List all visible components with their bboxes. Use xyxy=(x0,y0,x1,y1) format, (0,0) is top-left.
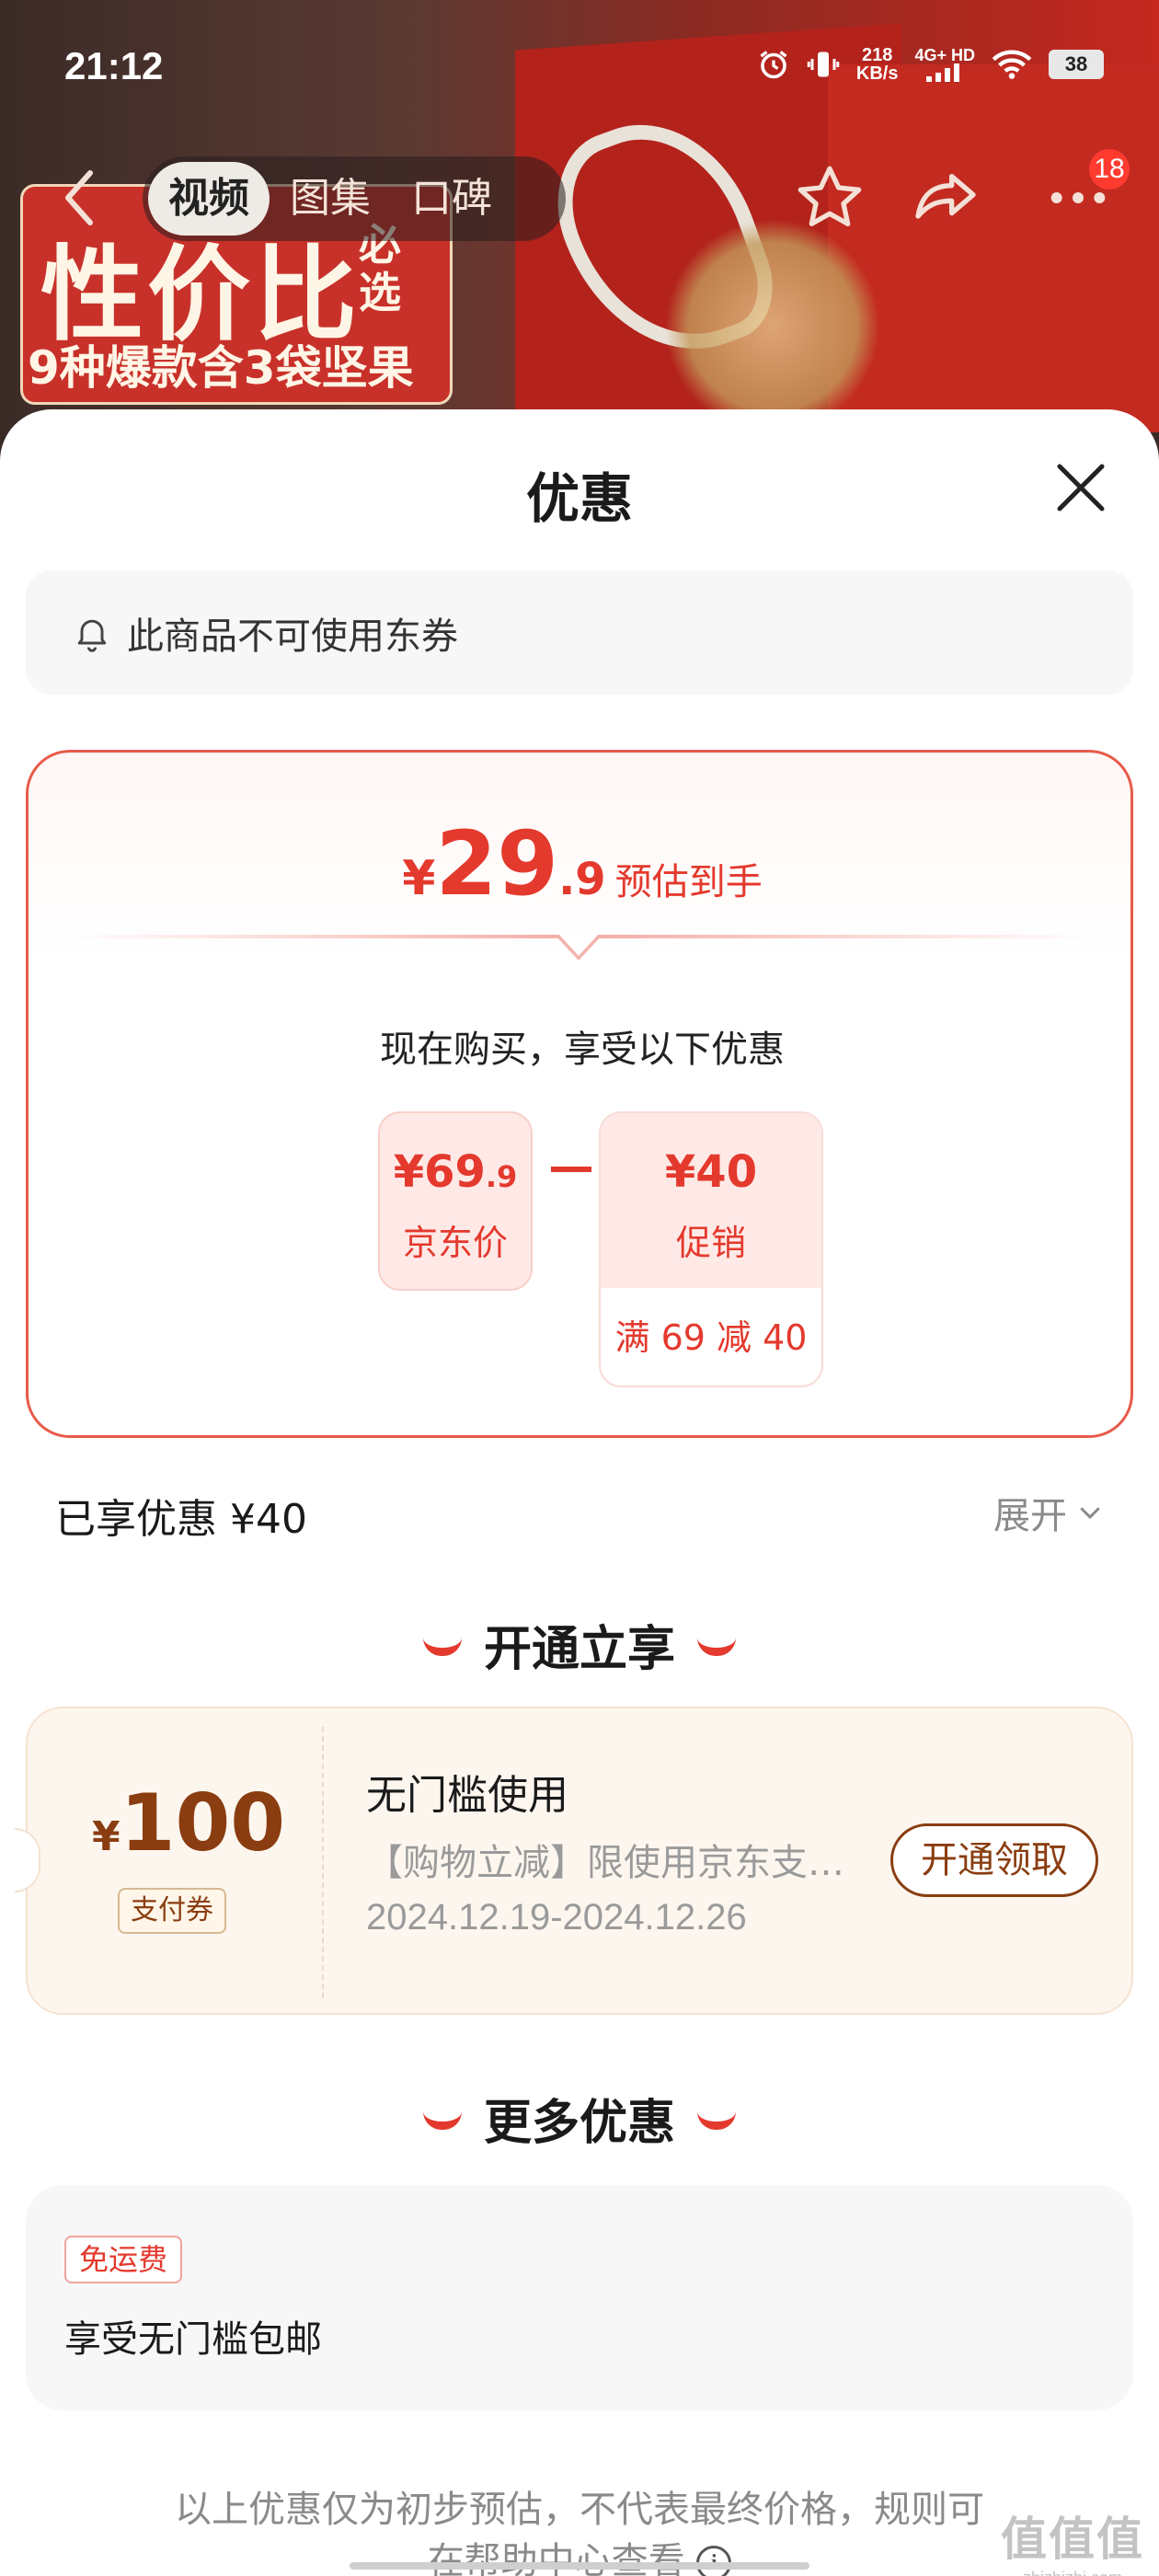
vibrate-icon xyxy=(807,52,840,77)
currency-symbol: ¥ xyxy=(664,1146,696,1198)
promotion-amount: 40 xyxy=(695,1146,758,1198)
home-indicator[interactable] xyxy=(350,2562,809,2570)
alarm-icon xyxy=(760,51,787,79)
payment-coupon-card: ¥100 支付券 无门槛使用 【购物立减】限使用京东支付… 2024.12.19… xyxy=(15,1707,1133,2015)
estimate-label: 预估到手 xyxy=(614,861,763,903)
wifi-icon xyxy=(992,50,1032,79)
coupon-title: 无门槛使用 xyxy=(366,1772,568,1819)
price-decimal: .9 xyxy=(558,854,606,905)
watermark-url: zhizhizhi.com xyxy=(1001,2569,1144,2576)
section-more-title: 更多优惠 xyxy=(483,2096,675,2151)
currency-symbol: ¥ xyxy=(92,1813,120,1860)
coupon-type-tag: 支付券 xyxy=(118,1888,226,1934)
promotion-top: ¥40 促销 xyxy=(601,1113,821,1288)
media-tabs: 视频 图集 口碑 xyxy=(143,156,566,241)
smile-decoration xyxy=(697,2111,736,2130)
signal-label: 4G+ HD xyxy=(914,46,975,64)
watermark: 值值值 zhizhizhi.com xyxy=(1001,2502,1144,2576)
estimated-price: ¥29.9 预估到手 xyxy=(29,812,1136,915)
promotion-chip: ¥40 促销 满 69 减 40 xyxy=(599,1111,823,1387)
divider-notch-inner xyxy=(558,934,599,956)
tab-gallery[interactable]: 图集 xyxy=(270,162,391,236)
jd-price-integer: 69 xyxy=(424,1146,486,1198)
coupon-amount: 100 xyxy=(120,1777,286,1869)
price-integer: 29 xyxy=(435,812,559,915)
jd-price-label: 京东价 xyxy=(402,1223,508,1263)
status-icons: 218 KB/s 4G+ HD 38 xyxy=(757,46,1104,83)
free-shipping-card: 免运费 享受无门槛包邮 xyxy=(26,2185,1133,2410)
watermark-logo: 值值值 xyxy=(1001,2513,1144,2565)
free-shipping-tag: 免运费 xyxy=(64,2236,183,2283)
coupon-description: 【购物立减】限使用京东支付… xyxy=(366,1842,854,1884)
battery-indicator: 38 xyxy=(1049,50,1104,79)
chevron-down-icon xyxy=(1080,1507,1100,1520)
coupon-notice: 此商品不可使用东券 xyxy=(26,570,1133,695)
section-more-header: 更多优惠 xyxy=(0,2084,1159,2153)
currency-symbol: ¥ xyxy=(402,851,436,906)
tab-reviews[interactable]: 口碑 xyxy=(391,162,512,236)
promotion-label: 促销 xyxy=(675,1223,746,1263)
info-icon[interactable]: i xyxy=(696,2546,732,2576)
free-shipping-desc: 享受无门槛包邮 xyxy=(64,2318,322,2361)
section-open-title: 开通立享 xyxy=(483,1622,675,1677)
expand-button[interactable]: 展开 xyxy=(993,1486,1104,1539)
jd-price-chip: ¥69.9 京东价 xyxy=(378,1111,533,1291)
cell-signal: 4G+ HD xyxy=(914,47,975,82)
promo-subtitle: 9种爆款含3袋坚果 xyxy=(28,341,414,395)
status-bar: 21:12 218 KB/s 4G+ HD 38 xyxy=(0,0,1159,138)
minus-sign xyxy=(551,1167,591,1172)
promotion-value: ¥40 xyxy=(601,1113,821,1198)
signal-bars-icon xyxy=(926,63,960,82)
disclaimer-line-2[interactable]: 在帮助中心查看 i xyxy=(83,2536,1076,2576)
activate-claim-button[interactable]: 开通领取 xyxy=(890,1823,1098,1897)
sheet-title: 优惠 xyxy=(525,467,633,530)
net-speed-unit: KB/s xyxy=(855,63,899,84)
gold-decoration xyxy=(662,221,883,432)
net-speed: 218 KB/s xyxy=(856,46,899,83)
coupon-cutout xyxy=(15,1828,40,1892)
discount-sheet: 优惠 此商品不可使用东券 ¥29.9 预估到手 现在购买，享受以下优惠 ¥69.9… xyxy=(0,409,1159,2576)
coupon-value: ¥100 xyxy=(92,1777,285,1869)
share-icon[interactable] xyxy=(909,161,982,235)
tab-video[interactable]: 视频 xyxy=(148,162,270,236)
jd-price-decimal: .9 xyxy=(485,1159,518,1194)
net-speed-value: 218 xyxy=(861,45,893,65)
buy-now-text: 现在购买，享受以下优惠 xyxy=(380,1029,785,1071)
notice-text: 此商品不可使用东券 xyxy=(127,615,458,658)
estimate-card: ¥29.9 预估到手 现在购买，享受以下优惠 ¥69.9 京东价 ¥40 促销 满… xyxy=(26,750,1133,1438)
section-open-header: 开通立享 xyxy=(0,1610,1159,1679)
smile-decoration xyxy=(422,2111,462,2130)
currency-symbol: ¥ xyxy=(393,1146,425,1198)
smile-decoration xyxy=(422,1638,462,1656)
disclaimer-line-1: 以上优惠仅为初步预估，不代表最终价格，规则可 xyxy=(175,2489,984,2531)
expand-label: 展开 xyxy=(993,1495,1067,1537)
jd-price-value: ¥69.9 xyxy=(380,1146,531,1198)
bell-icon xyxy=(77,619,107,652)
close-icon[interactable] xyxy=(1049,455,1113,520)
coupon-separator xyxy=(322,1727,324,1998)
help-center-link[interactable]: 在帮助中心查看 xyxy=(428,2540,685,2576)
promotion-rule: 满 69 减 40 xyxy=(614,1317,808,1358)
star-icon[interactable] xyxy=(793,161,866,235)
back-icon[interactable] xyxy=(57,166,103,230)
smile-decoration xyxy=(697,1638,736,1656)
enjoyed-discount: 已享优惠 ¥40 xyxy=(55,1496,307,1543)
message-badge: 18 xyxy=(1089,149,1130,190)
coupon-date-range: 2024.12.19-2024.12.26 xyxy=(366,1897,747,1938)
status-time: 21:12 xyxy=(64,44,164,87)
